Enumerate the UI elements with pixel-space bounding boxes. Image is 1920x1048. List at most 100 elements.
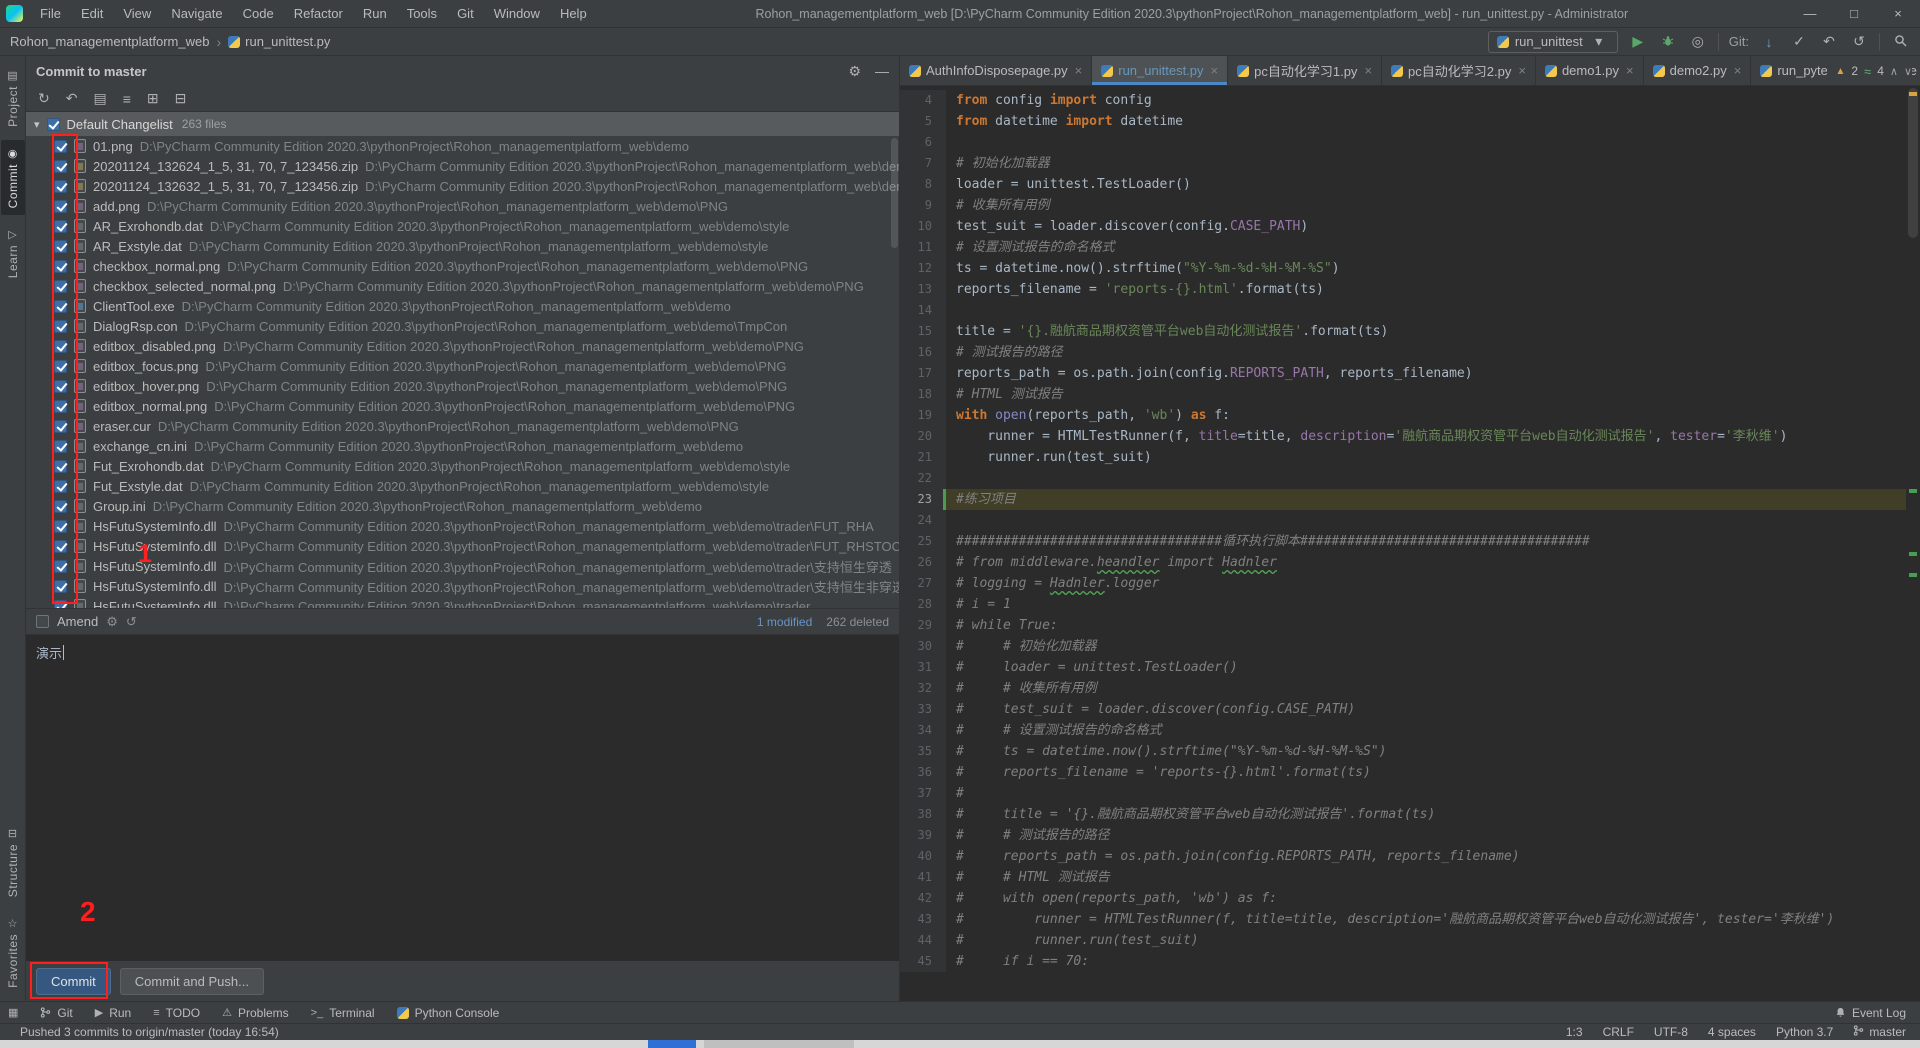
file-checkbox[interactable]	[54, 440, 67, 453]
menu-edit[interactable]: Edit	[72, 2, 112, 25]
file-row[interactable]: HsFutuSystemInfo.dllD:\PyCharm Community…	[26, 556, 899, 576]
warning-marker[interactable]	[1909, 92, 1917, 96]
code-line[interactable]: 38# title = '{}.融航商品期权资管平台web自动化测试报告'.fo…	[900, 804, 1906, 825]
menu-navigate[interactable]: Navigate	[162, 2, 231, 25]
commit-message-input[interactable]: 演示	[26, 634, 899, 961]
code-line[interactable]: 22	[900, 468, 1906, 489]
status-item[interactable]: UTF-8	[1654, 1025, 1688, 1039]
tool-windows-icon[interactable]: ▦	[8, 1006, 18, 1019]
file-checkbox[interactable]	[54, 540, 67, 553]
typo-marker[interactable]	[1909, 552, 1917, 556]
editor-tab[interactable]: demo1.py×	[1536, 56, 1644, 85]
git-update-icon[interactable]: ↓	[1759, 34, 1779, 50]
code-line[interactable]: 17reports_path = os.path.join(config.REP…	[900, 363, 1906, 384]
file-row[interactable]: exchange_cn.iniD:\PyCharm Community Edit…	[26, 436, 899, 456]
code-line[interactable]: 23#练习项目	[900, 489, 1906, 510]
change-marker[interactable]	[1909, 489, 1917, 493]
commit-options-gear-icon[interactable]: ⚙	[106, 614, 118, 630]
file-row[interactable]: checkbox_normal.pngD:\PyCharm Community …	[26, 256, 899, 276]
toolwindow-button-problems[interactable]: ⚠Problems	[222, 1006, 289, 1020]
file-row[interactable]: editbox_hover.pngD:\PyCharm Community Ed…	[26, 376, 899, 396]
file-row[interactable]: Fut_Exrohondb.datD:\PyCharm Community Ed…	[26, 456, 899, 476]
file-row[interactable]: add.pngD:\PyCharm Community Edition 2020…	[26, 196, 899, 216]
stripe-button-learn[interactable]: ▷Learn	[1, 221, 25, 285]
code-line[interactable]: 36# reports_filename = 'reports-{}.html'…	[900, 762, 1906, 783]
code-line[interactable]: 6	[900, 132, 1906, 153]
file-checkbox[interactable]	[54, 600, 67, 609]
commit-button[interactable]: Commit	[36, 968, 111, 995]
code-line[interactable]: 45# if i == 70:	[900, 951, 1906, 972]
git-branch-widget[interactable]: master	[1853, 1025, 1906, 1039]
code-line[interactable]: 26# from middleware.heandler import Hadn…	[900, 552, 1906, 573]
close-tab-icon[interactable]: ×	[1075, 63, 1083, 78]
taskbar-app-fragment[interactable]	[648, 1040, 696, 1048]
toolwindow-button-git[interactable]: Git	[40, 1006, 72, 1020]
file-row[interactable]: ClientTool.exeD:\PyCharm Community Editi…	[26, 296, 899, 316]
code-line[interactable]: 9# 收集所有用例	[900, 195, 1906, 216]
code-line[interactable]: 30# # 初始化加载器	[900, 636, 1906, 657]
file-checkbox[interactable]	[54, 380, 67, 393]
file-checkbox[interactable]	[54, 460, 67, 473]
file-row[interactable]: 01.pngD:\PyCharm Community Edition 2020.…	[26, 136, 899, 156]
file-row[interactable]: editbox_disabled.pngD:\PyCharm Community…	[26, 336, 899, 356]
status-item[interactable]: Python 3.7	[1776, 1025, 1833, 1039]
code-line[interactable]: 10test_suit = loader.discover(config.CAS…	[900, 216, 1906, 237]
prev-issue-icon[interactable]: ∧	[1890, 65, 1898, 78]
file-checkbox[interactable]	[54, 300, 67, 313]
code-line[interactable]: 12ts = datetime.now().strftime("%Y-%m-%d…	[900, 258, 1906, 279]
file-checkbox[interactable]	[54, 140, 67, 153]
menu-code[interactable]: Code	[234, 2, 283, 25]
file-row[interactable]: HsFutuSystemInfo.dllD:\PyCharm Community…	[26, 576, 899, 596]
event-log-button[interactable]: Event Log	[1835, 1006, 1912, 1020]
coverage-icon[interactable]: ◎	[1688, 33, 1708, 50]
code-line[interactable]: 42# with open(reports_path, 'wb') as f:	[900, 888, 1906, 909]
status-item[interactable]: CRLF	[1603, 1025, 1634, 1039]
history-icon[interactable]: ↺	[126, 614, 137, 630]
file-row[interactable]: editbox_normal.pngD:\PyCharm Community E…	[26, 396, 899, 416]
file-checkbox[interactable]	[54, 180, 67, 193]
code-line[interactable]: 31# loader = unittest.TestLoader()	[900, 657, 1906, 678]
gear-icon[interactable]: ⚙	[848, 63, 861, 80]
chevron-down-icon[interactable]: ▾	[34, 118, 40, 131]
editor-tab[interactable]: pc自动化学习1.py×	[1228, 56, 1382, 85]
menu-help[interactable]: Help	[551, 2, 596, 25]
file-row[interactable]: 20201124_132624_1_5, 31, 70, 7_123456.zi…	[26, 156, 899, 176]
file-row[interactable]: 20201124_132632_1_5, 31, 70, 7_123456.zi…	[26, 176, 899, 196]
close-tab-icon[interactable]: ×	[1734, 63, 1742, 78]
git-commit-icon[interactable]: ✓	[1789, 33, 1809, 50]
file-row[interactable]: Group.iniD:\PyCharm Community Edition 20…	[26, 496, 899, 516]
file-checkbox[interactable]	[54, 220, 67, 233]
group-by-icon[interactable]: ≡	[123, 91, 131, 107]
code-line[interactable]: 15title = '{}.融航商品期权资管平台web自动化测试报告'.form…	[900, 321, 1906, 342]
rollback-icon[interactable]: ↶	[66, 90, 78, 107]
stripe-button-commit[interactable]: ◉Commit	[1, 140, 25, 215]
code-line[interactable]: 33# test_suit = loader.discover(config.C…	[900, 699, 1906, 720]
file-checkbox[interactable]	[54, 580, 67, 593]
file-row[interactable]: Fut_Exstyle.datD:\PyCharm Community Edit…	[26, 476, 899, 496]
run-icon[interactable]: ▶	[1628, 33, 1648, 50]
file-checkbox[interactable]	[54, 260, 67, 273]
menu-view[interactable]: View	[114, 2, 160, 25]
file-checkbox[interactable]	[54, 500, 67, 513]
file-row[interactable]: eraser.curD:\PyCharm Community Edition 2…	[26, 416, 899, 436]
file-row[interactable]: HsFutuSystemInfo.dllD:\PyCharm Community…	[26, 536, 899, 556]
file-row[interactable]: AR_Exrohondb.datD:\PyCharm Community Edi…	[26, 216, 899, 236]
expand-all-icon[interactable]: ⊞	[147, 90, 159, 107]
close-tab-icon[interactable]: ×	[1518, 63, 1526, 78]
code-line[interactable]: 13reports_filename = 'reports-{}.html'.f…	[900, 279, 1906, 300]
code-line[interactable]: 43# runner = HTMLTestRunner(f, title=tit…	[900, 909, 1906, 930]
menu-window[interactable]: Window	[485, 2, 549, 25]
typo-marker[interactable]	[1909, 573, 1917, 577]
file-row[interactable]: HsFutuSystemInfo.dllD:\PyCharm Community…	[26, 596, 899, 608]
close-tab-icon[interactable]: ×	[1626, 63, 1634, 78]
stripe-button-project[interactable]: ▤Project	[1, 62, 25, 134]
file-checkbox[interactable]	[54, 160, 67, 173]
toolwindow-button-terminal[interactable]: >_Terminal	[311, 1006, 375, 1020]
menu-tools[interactable]: Tools	[398, 2, 446, 25]
changed-files-list[interactable]: 01.pngD:\PyCharm Community Edition 2020.…	[26, 136, 899, 608]
code-line[interactable]: 16# 测试报告的路径	[900, 342, 1906, 363]
menu-refactor[interactable]: Refactor	[285, 2, 352, 25]
commit-and-push-button[interactable]: Commit and Push...	[120, 968, 264, 995]
run-configuration-select[interactable]: run_unittest ▾	[1488, 31, 1618, 53]
code-line[interactable]: 34# # 设置测试报告的命名格式	[900, 720, 1906, 741]
